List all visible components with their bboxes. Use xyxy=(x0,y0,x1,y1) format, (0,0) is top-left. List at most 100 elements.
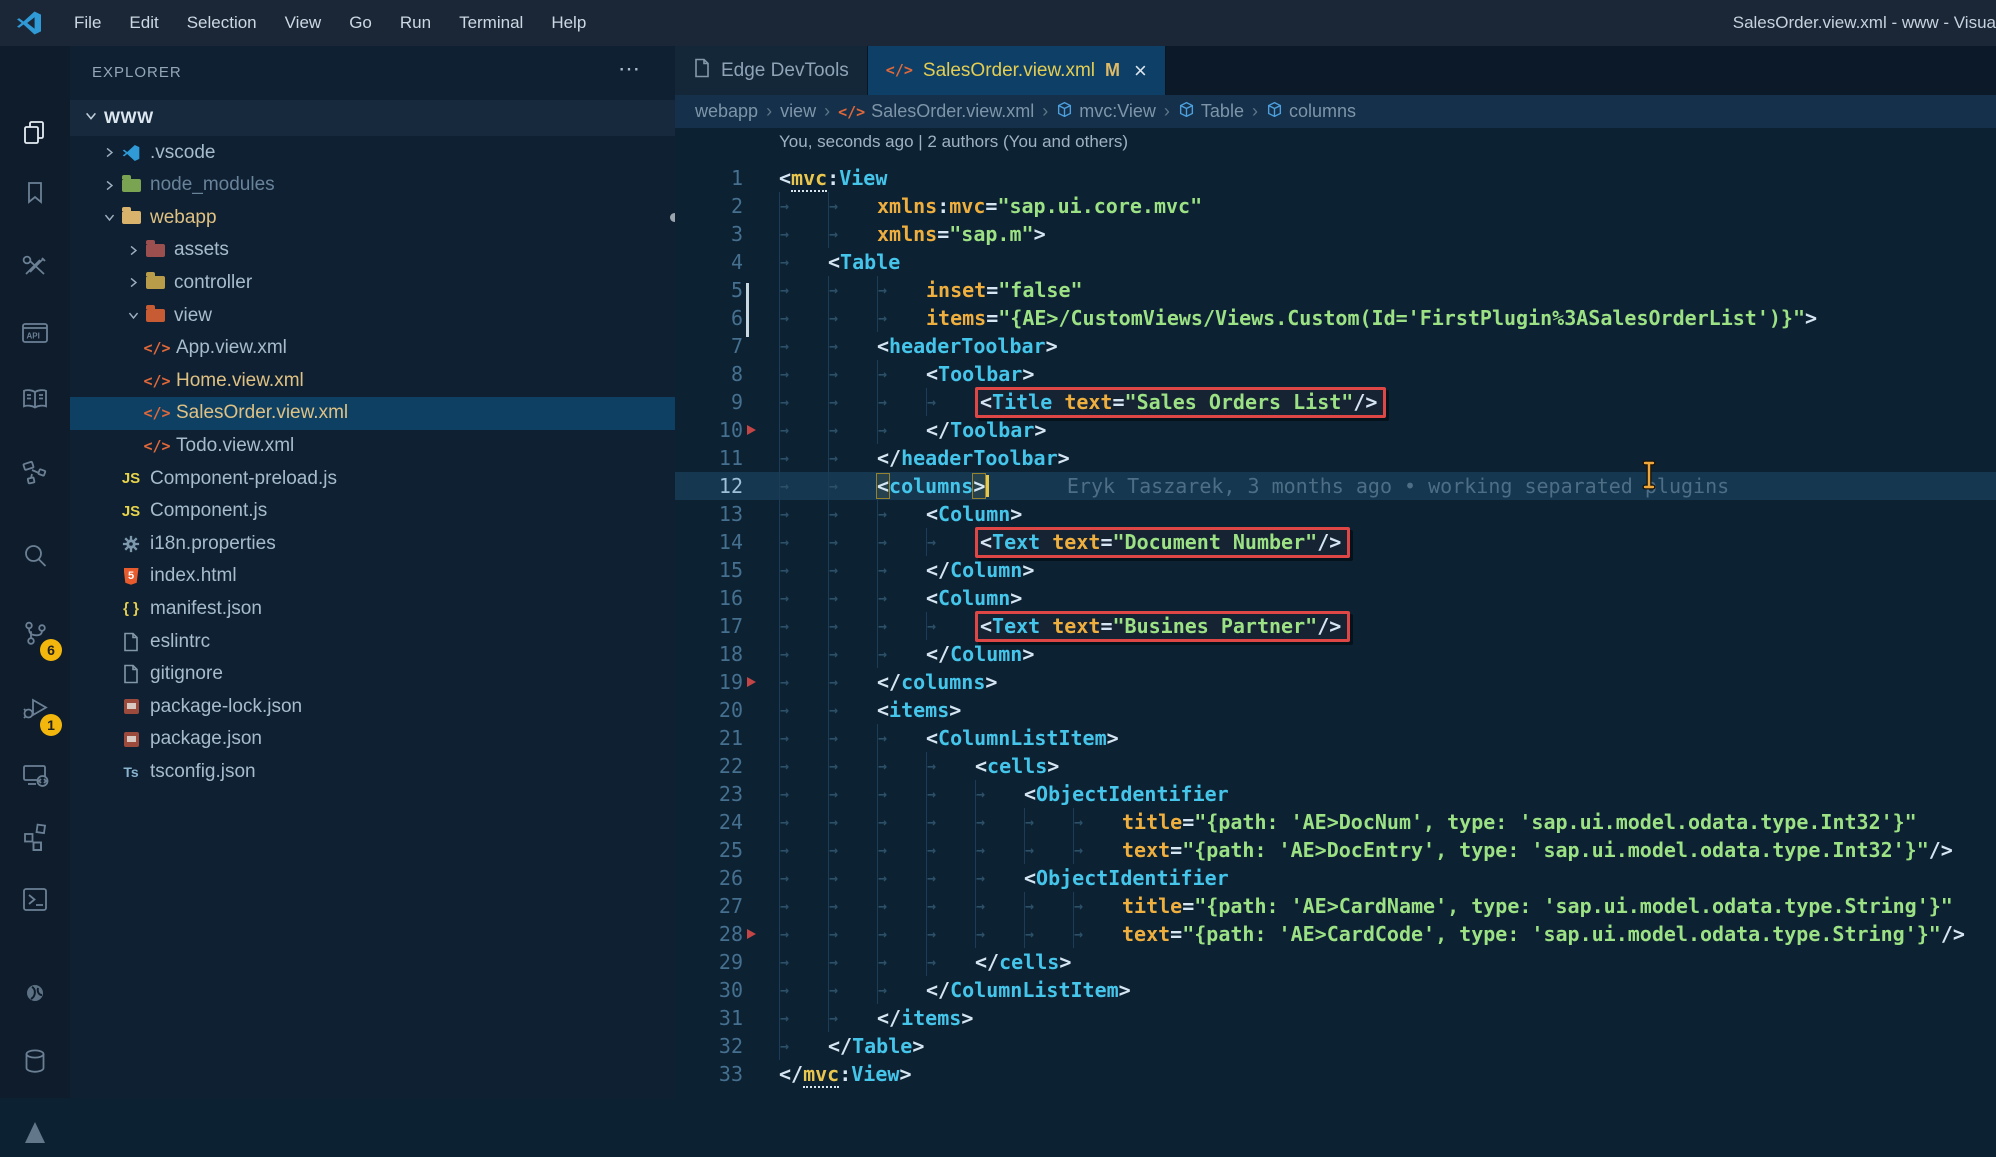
breadcrumb-item-mvc-view[interactable]: mvc:View xyxy=(1056,101,1156,123)
codelens-authors[interactable]: You, seconds ago | 2 authors (You and ot… xyxy=(779,132,1128,152)
code-line-28[interactable]: 28 → → → → → → → text="{path: 'AE>CardCode', typ… xyxy=(675,920,1996,948)
tree-item--vscode[interactable]: .vscode xyxy=(70,136,703,169)
code-line-17[interactable]: 17 → → → → <Text text="Busines Partner"/> xyxy=(675,611,1996,642)
code-line-5[interactable]: 5 → → → inset="false" xyxy=(675,276,1996,304)
terminal-icon[interactable] xyxy=(0,873,70,925)
code-line-26[interactable]: 26 → → → → → <ObjectIdentifier xyxy=(675,864,1996,892)
code-line-12[interactable]: 12 → → <columns> Eryk Taszarek, 3 months ago… xyxy=(675,472,1996,500)
code-line-11[interactable]: 11 → → </headerToolbar> xyxy=(675,444,1996,472)
code-line-7[interactable]: 7 → → <headerToolbar> xyxy=(675,332,1996,360)
window-title: SalesOrder.view.xml - www - Visua xyxy=(1732,13,1996,32)
token-p: : xyxy=(937,194,950,218)
menu-go[interactable]: Go xyxy=(335,0,386,46)
explorer-more-actions-icon[interactable]: ⋯ xyxy=(618,56,642,82)
tab-whitespace-arrow: → xyxy=(1024,836,1073,864)
menu-edit[interactable]: Edit xyxy=(115,0,172,46)
code-line-23[interactable]: 23 → → → → → <ObjectIdentifier xyxy=(675,780,1996,808)
red-annotation-box: <Text text="Busines Partner"/> xyxy=(975,611,1351,642)
tree-item-webapp[interactable]: webapp xyxy=(70,201,703,234)
tree-item-home-view-xml[interactable]: </>Home.view.xmlM xyxy=(70,364,751,397)
api-icon[interactable]: API xyxy=(0,307,70,359)
code-line-2[interactable]: 2 → → xmlns:mvc="sap.ui.core.mvc" xyxy=(675,192,1996,220)
code-line-4[interactable]: 4 → <Table xyxy=(675,248,1996,276)
bookmark-icon[interactable] xyxy=(0,167,70,219)
code-editor[interactable]: You, seconds ago | 2 authors (You and ot… xyxy=(675,128,1996,1098)
globe-icon[interactable] xyxy=(0,967,70,1019)
extensions-icon[interactable] xyxy=(0,810,70,862)
tab-edge-devtools[interactable]: Edge DevTools xyxy=(675,46,868,95)
azure-icon[interactable] xyxy=(0,1105,70,1157)
tree-item-manifest-json[interactable]: { } manifest.json xyxy=(70,592,703,625)
search-icon[interactable] xyxy=(0,530,70,582)
tree-item-index-html[interactable]: 5 index.html xyxy=(70,560,703,593)
code-line-21[interactable]: 21 → → → <ColumnListItem> xyxy=(675,724,1996,752)
breadcrumb-item-table[interactable]: Table xyxy=(1178,101,1244,123)
tree-item-i18n-properties[interactable]: i18n.properties xyxy=(70,527,703,560)
tree-item-tsconfig-json[interactable]: Ts tsconfig.json xyxy=(70,755,703,788)
flow-icon[interactable] xyxy=(0,447,70,499)
code-line-20[interactable]: 20 → → <items> xyxy=(675,696,1996,724)
code-line-8[interactable]: 8 → → → <Toolbar> xyxy=(675,360,1996,388)
tree-item-package-lock-json[interactable]: package-lock.json xyxy=(70,690,703,723)
code-line-24[interactable]: 24 → → → → → → → title="{path: 'AE>DocNum', type… xyxy=(675,808,1996,836)
breadcrumb-item-webapp[interactable]: webapp xyxy=(695,101,758,122)
menu-view[interactable]: View xyxy=(271,0,336,46)
tree-item-gitignore[interactable]: gitignore xyxy=(70,658,703,691)
code-line-25[interactable]: 25 → → → → → → → text="{path: 'AE>DocEntry', typ… xyxy=(675,836,1996,864)
code-line-30[interactable]: 30 → → → </ColumnListItem> xyxy=(675,976,1996,1004)
code-line-1[interactable]: 1 <mvc:View xyxy=(675,164,1996,192)
tab-whitespace-arrow: → xyxy=(877,416,926,444)
tree-item-controller[interactable]: controller xyxy=(70,266,727,299)
code-line-14[interactable]: 14 → → → → <Text text="Document Number"/> xyxy=(675,527,1996,558)
tab-whitespace-arrow: → xyxy=(926,388,975,416)
tab-salesorder-view-xml[interactable]: </> SalesOrder.view.xml M × xyxy=(867,46,1166,98)
code-line-10[interactable]: 10 → → → </Toolbar> xyxy=(675,416,1996,444)
explorer-icon[interactable] xyxy=(0,107,70,159)
menu-terminal[interactable]: Terminal xyxy=(445,0,537,46)
code-line-16[interactable]: 16 → → → <Column> xyxy=(675,584,1996,612)
breadcrumb-item-columns[interactable]: columns xyxy=(1266,101,1356,123)
code-line-27[interactable]: 27 → → → → → → → title="{path: 'AE>CardName', ty… xyxy=(675,892,1996,920)
code-line-22[interactable]: 22 → → → → <cells> xyxy=(675,752,1996,780)
menu-file[interactable]: File xyxy=(60,0,115,46)
tree-item-node-modules[interactable]: node_modules xyxy=(70,169,703,202)
tree-item-component-preload-js[interactable]: JS Component-preload.js xyxy=(70,462,703,495)
tree-item-label: index.html xyxy=(150,565,237,587)
tree-item-salesorder-view-xml[interactable]: </>SalesOrder.view.xmlM xyxy=(70,396,751,430)
tools-icon[interactable] xyxy=(0,240,70,292)
source-control-icon[interactable]: 6 xyxy=(0,607,70,661)
code-line-18[interactable]: 18 → → → </Column> xyxy=(675,640,1996,668)
code-line-33[interactable]: 33 </mvc:View> xyxy=(675,1060,1996,1088)
tree-item-label: Todo.view.xml xyxy=(176,434,295,456)
explorer-section-www[interactable]: WWW xyxy=(70,100,675,136)
code-line-29[interactable]: 29 → → → → </cells> xyxy=(675,948,1996,976)
view-folder-icon xyxy=(144,305,166,325)
remote-icon[interactable] xyxy=(0,749,70,801)
menu-help[interactable]: Help xyxy=(537,0,600,46)
tree-item-eslintrc[interactable]: eslintrc xyxy=(70,625,703,658)
tree-item-assets[interactable]: assets xyxy=(70,234,727,267)
code-line-6[interactable]: 6 → → → items="{AE>/CustomViews/Views.Custom… xyxy=(675,304,1996,332)
code-line-3[interactable]: 3 → → xmlns="sap.m"> xyxy=(675,220,1996,248)
menu-run[interactable]: Run xyxy=(386,0,445,46)
tree-item-view[interactable]: view xyxy=(70,299,727,332)
breadcrumb-item-salesorder-view-xml[interactable]: </> SalesOrder.view.xml xyxy=(838,101,1034,122)
tree-item-app-view-xml[interactable]: </> App.view.xml xyxy=(70,332,751,365)
debug-icon[interactable]: 1 xyxy=(0,682,70,736)
code-line-13[interactable]: 13 → → → <Column> xyxy=(675,500,1996,528)
tree-item-component-js[interactable]: JS Component.js xyxy=(70,495,703,528)
code-line-19[interactable]: 19 → → </columns> xyxy=(675,668,1996,696)
code-text: → → → <Column> xyxy=(779,584,1022,612)
menu-selection[interactable]: Selection xyxy=(173,0,271,46)
breadcrumb-item-view[interactable]: view xyxy=(780,101,816,122)
tree-item-package-json[interactable]: package.json xyxy=(70,723,703,756)
tree-item-todo-view-xml[interactable]: </> Todo.view.xml xyxy=(70,429,751,462)
code-line-9[interactable]: 9 → → → → <Title text="Sales Orders List"/> xyxy=(675,387,1996,418)
database-icon[interactable] xyxy=(0,1035,70,1087)
book-icon[interactable] xyxy=(0,374,70,426)
code-line-15[interactable]: 15 → → → </Column> xyxy=(675,556,1996,584)
tab-close-icon[interactable]: × xyxy=(1134,58,1147,84)
code-line-32[interactable]: 32 → </Table> xyxy=(675,1032,1996,1060)
code-line-31[interactable]: 31 → → </items> xyxy=(675,1004,1996,1032)
